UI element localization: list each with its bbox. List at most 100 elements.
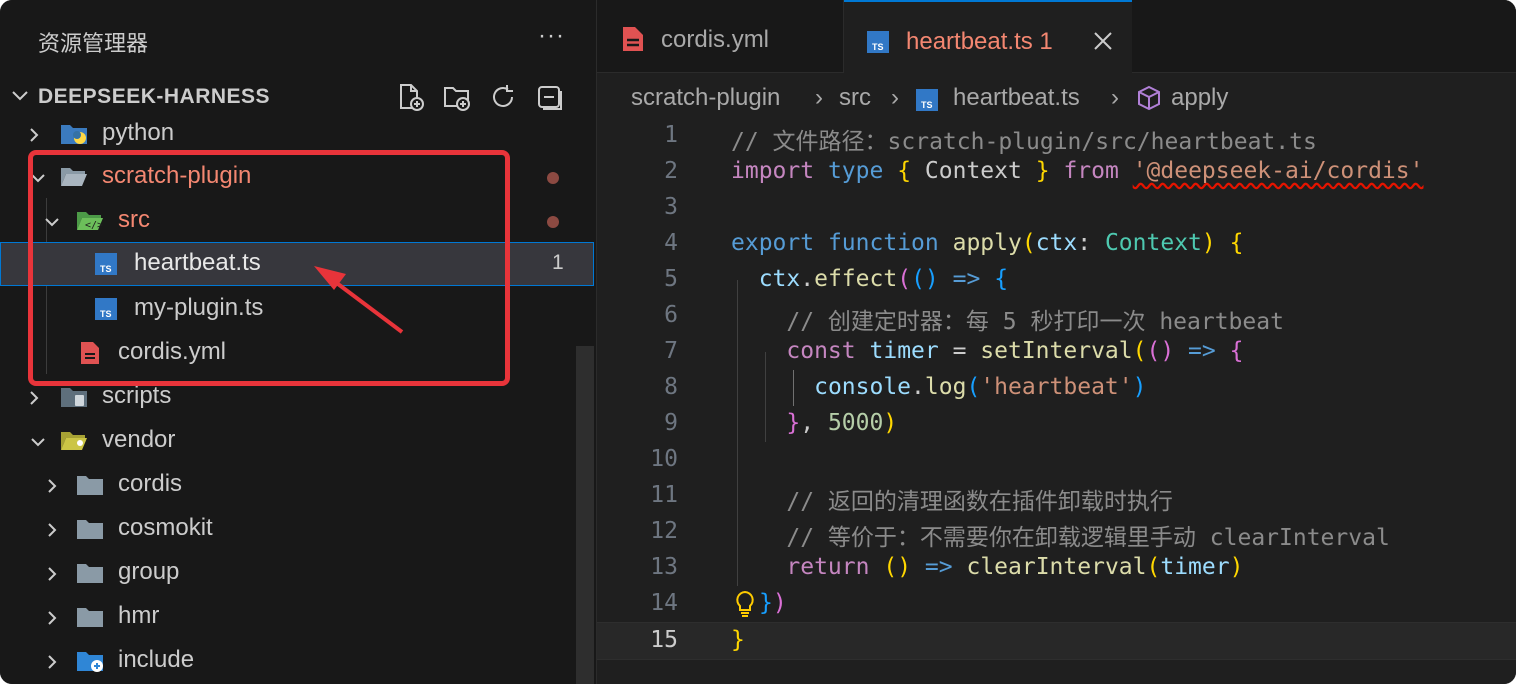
breadcrumb-item[interactable]: scratch-plugin <box>631 84 780 112</box>
code-line-11: 11 // 返回的清理函数在插件卸载时执行 <box>597 478 1516 515</box>
tree-item-my-plugin-ts[interactable]: TS my-plugin.ts <box>0 287 576 331</box>
code-text: console.log('heartbeat') <box>814 374 1147 400</box>
tree-item-hmr[interactable]: hmr <box>0 595 576 639</box>
yaml-file-icon <box>623 27 643 51</box>
tree-item-src[interactable]: </> src <box>0 199 576 243</box>
tab-cordis-yml[interactable]: cordis.yml <box>597 0 844 72</box>
tree-item-scripts[interactable]: scripts <box>0 375 576 419</box>
svg-text:</>: </> <box>85 220 103 231</box>
code-line-9: 9 }, 5000) <box>597 406 1516 442</box>
breadcrumb-item[interactable]: src <box>839 84 871 112</box>
source-folder-icon: </> <box>77 212 103 231</box>
explorer-title: 资源管理器 <box>38 31 149 56</box>
code-text: // 返回的清理函数在插件卸载时执行 <box>731 489 1173 515</box>
workspace-root-label: DEEPSEEK-HARNESS <box>38 85 271 108</box>
tree-item-label: cosmokit <box>118 514 213 541</box>
svg-text:TS: TS <box>921 100 933 110</box>
folder-open-icon <box>61 168 87 186</box>
tree-item-label: scripts <box>102 382 172 409</box>
code-line-6: 6 // 创建定时器：每 5 秒打印一次 heartbeat <box>597 298 1516 335</box>
tree-item-include[interactable]: include <box>0 639 576 683</box>
typescript-file-icon: TS <box>916 89 938 111</box>
tree-item-label: vendor <box>102 426 176 453</box>
code-line-15: 15 } <box>597 622 1516 660</box>
code-text: import type { Context } from '@deepseek-… <box>731 158 1424 184</box>
line-number: 7 <box>664 338 678 364</box>
code-line-5: 5 ctx.effect(() => { <box>597 262 1516 298</box>
tree-item-label: scratch-plugin <box>102 162 252 189</box>
tree-item-label: src <box>118 206 150 233</box>
chevron-right-icon: › <box>1111 84 1119 111</box>
collapse-all-icon[interactable] <box>534 82 564 112</box>
code-text: const timer = setInterval(() => { <box>786 338 1244 364</box>
tree-item-cordis-yml[interactable]: cordis.yml <box>0 331 576 375</box>
line-number: 5 <box>664 266 678 292</box>
code-line-13: 13 return () => clearInterval(timer) <box>597 550 1516 586</box>
chevron-down-icon <box>31 438 45 447</box>
code-line-7: 7 const timer = setInterval(() => { <box>597 334 1516 370</box>
chevron-right-icon <box>48 523 57 537</box>
line-number: 10 <box>650 446 678 472</box>
code-text: }) <box>759 590 787 616</box>
tree-item-python[interactable]: python <box>0 112 576 156</box>
tree-item-scratch-plugin[interactable]: scratch-plugin <box>0 155 576 199</box>
breadcrumb-item[interactable]: heartbeat.ts <box>953 84 1080 112</box>
scripts-folder-icon <box>61 388 87 407</box>
close-icon[interactable] <box>1092 30 1114 52</box>
new-folder-icon[interactable] <box>442 82 472 112</box>
chevron-right-icon <box>30 391 39 405</box>
code-text: export function apply(ctx: Context) { <box>731 230 1244 256</box>
chevron-right-icon <box>48 655 57 669</box>
chevron-right-icon <box>30 128 39 142</box>
modified-indicator <box>547 216 559 228</box>
code-text: } <box>731 627 745 653</box>
tree-item-label: cordis <box>118 470 183 497</box>
tree-item-cosmokit[interactable]: cosmokit <box>0 507 576 551</box>
vscode-window: 资源管理器 ··· DEEPSEEK-HARNESS python scratc… <box>0 0 1516 684</box>
tree-item-vendor[interactable]: vendor <box>0 419 576 463</box>
yaml-file-icon <box>81 342 99 364</box>
code-line-8: 8 console.log('heartbeat') <box>597 370 1516 406</box>
tree-item-label: group <box>118 558 180 585</box>
code-line-1: 1 // 文件路径：scratch-plugin/src/heartbeat.t… <box>597 118 1516 155</box>
tree-item-label: heartbeat.ts <box>134 249 261 276</box>
typescript-file-icon: TS <box>95 298 117 320</box>
tree-item-label: python <box>102 119 175 146</box>
chevron-down-icon <box>31 174 45 183</box>
code-line-2: 2 import type { Context } from '@deepsee… <box>597 154 1516 190</box>
code-line-10: 10 <box>597 442 1516 478</box>
tree-item-group[interactable]: group <box>0 551 576 595</box>
code-line-14: 14 }) <box>597 586 1516 622</box>
tree-item-label: my-plugin.ts <box>134 294 264 321</box>
breadcrumb-item[interactable]: apply <box>1171 84 1228 112</box>
code-line-4: 4 export function apply(ctx: Context) { <box>597 226 1516 262</box>
tab-label: heartbeat.ts 1 <box>906 28 1053 55</box>
svg-text:TS: TS <box>100 264 112 274</box>
tab-heartbeat-ts[interactable]: TS heartbeat.ts 1 <box>844 0 1132 74</box>
vendor-folder-icon <box>61 432 87 450</box>
chevron-down-icon <box>12 91 28 101</box>
chevron-right-icon <box>48 611 57 625</box>
line-number: 1 <box>664 122 678 148</box>
more-actions-icon[interactable]: ··· <box>538 22 565 50</box>
refresh-icon[interactable] <box>488 82 518 112</box>
line-number: 4 <box>664 230 678 256</box>
new-file-icon[interactable] <box>396 82 426 112</box>
tree-item-heartbeat-ts[interactable]: TS heartbeat.ts 1 <box>0 242 594 286</box>
code-text: return () => clearInterval(timer) <box>786 554 1244 580</box>
sidebar-scrollbar[interactable] <box>576 346 594 684</box>
tree-item-label: hmr <box>118 602 160 629</box>
folder-icon <box>77 564 103 583</box>
line-number: 13 <box>650 554 678 580</box>
folder-icon <box>77 520 103 539</box>
line-number: 3 <box>664 194 678 220</box>
line-number: 8 <box>664 374 678 400</box>
typescript-file-icon: TS <box>867 31 889 53</box>
lightbulb-icon[interactable] <box>733 590 757 618</box>
code-text: }, 5000) <box>786 410 898 436</box>
line-number: 15 <box>650 627 678 653</box>
tree-item-label: cordis.yml <box>118 338 227 365</box>
tree-item-cordis[interactable]: cordis <box>0 463 576 507</box>
line-number: 12 <box>650 518 678 544</box>
svg-text:TS: TS <box>872 42 884 52</box>
